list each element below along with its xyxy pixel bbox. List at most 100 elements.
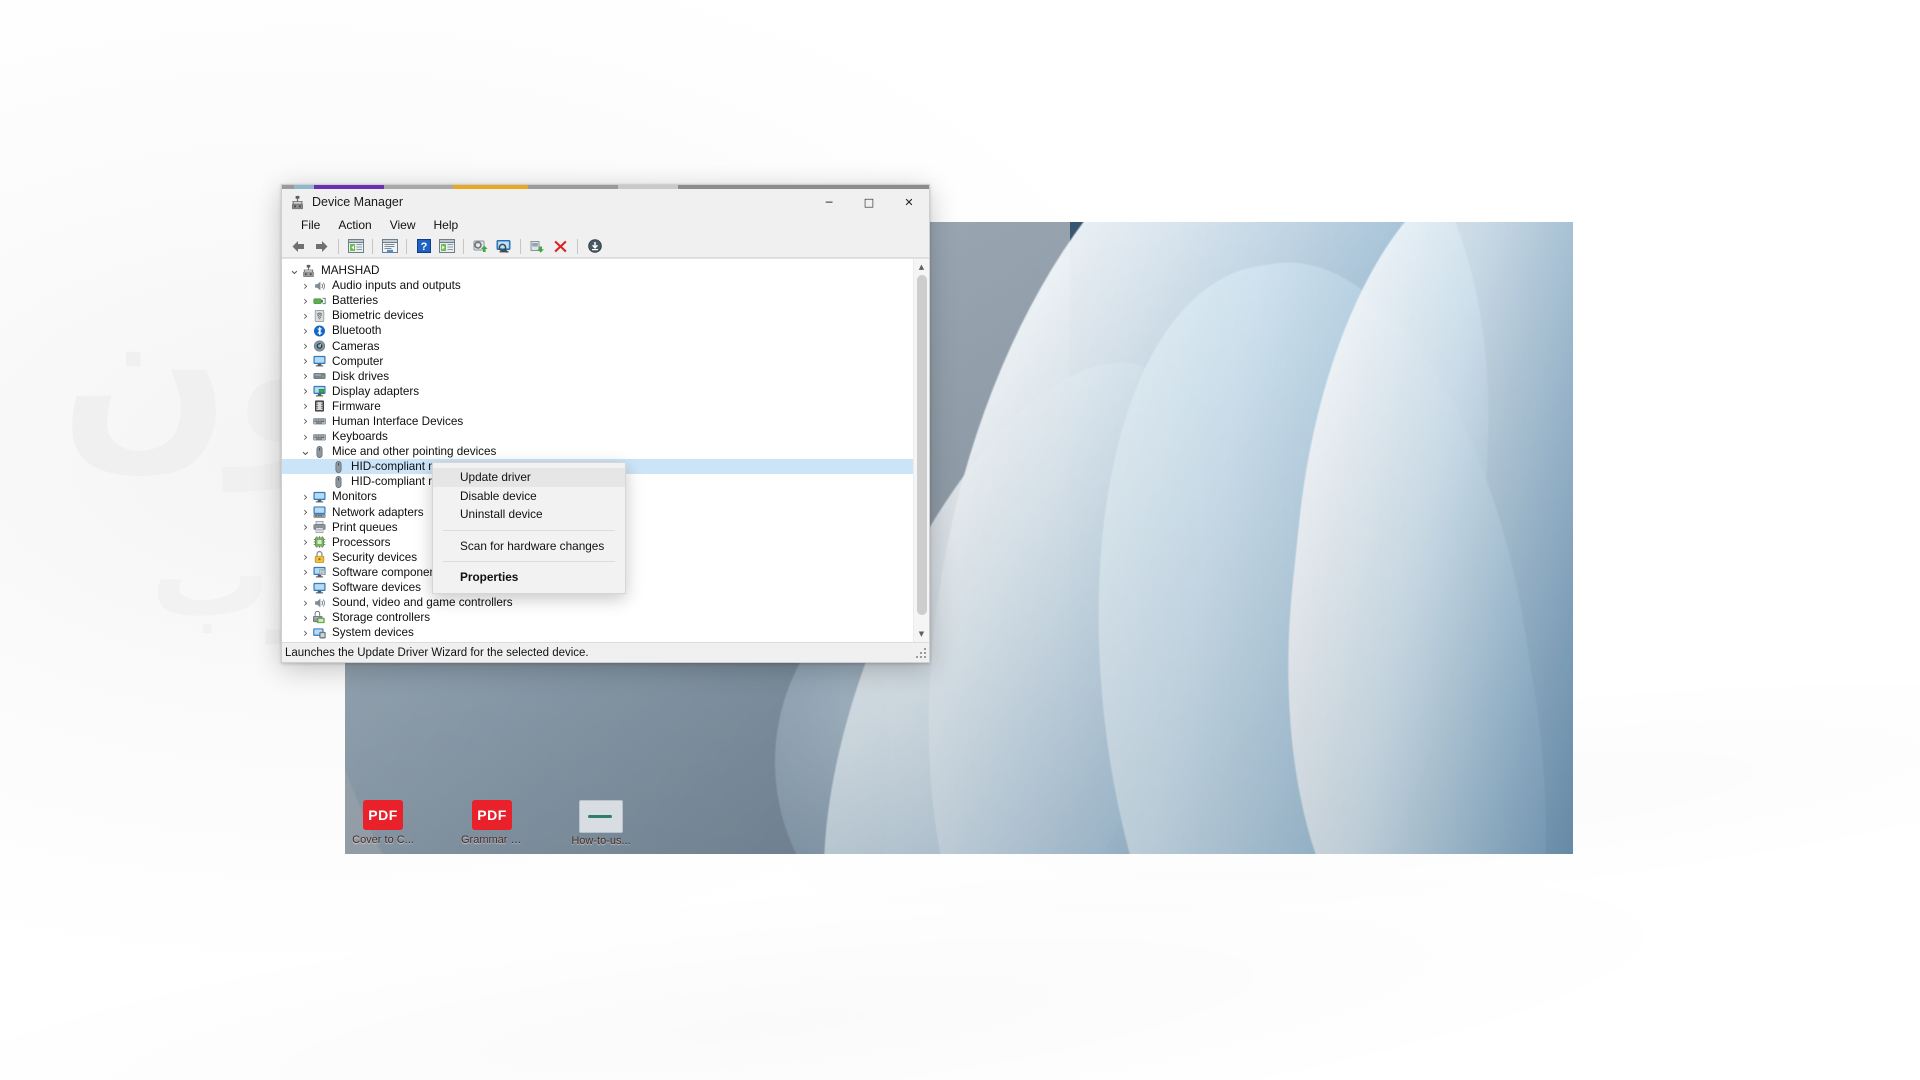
device-tree-item[interactable]: › Keyboards [282, 429, 913, 444]
pdf-file-icon: PDF [472, 800, 512, 830]
add-legacy-hardware-icon[interactable] [584, 237, 605, 256]
device-tree-item[interactable]: ⌄ Mice and other pointing devices [282, 444, 913, 459]
context-menu-item[interactable]: Uninstall device [433, 505, 625, 524]
context-menu-item-label: Properties [460, 570, 519, 585]
chevron-right-icon[interactable]: › [299, 354, 312, 368]
window-controls: ─ □ ✕ [809, 189, 929, 215]
help-icon[interactable]: ? [413, 237, 434, 256]
device-tree-item[interactable]: › Biometric devices [282, 308, 913, 323]
forward-arrow-icon[interactable] [311, 237, 332, 256]
device-tree-item[interactable]: › Audio inputs and outputs [282, 278, 913, 293]
device-tree-item[interactable]: › Disk drives [282, 369, 913, 384]
scroll-down-button[interactable]: ▼ [914, 626, 929, 642]
chevron-right-icon[interactable]: › [299, 279, 312, 293]
close-button[interactable]: ✕ [889, 189, 929, 215]
device-tree-item[interactable]: › Bluetooth [282, 323, 913, 338]
context-menu-item[interactable]: Update driver [433, 468, 625, 487]
maximize-button[interactable]: □ [849, 189, 889, 215]
toolbar-separator [463, 238, 464, 254]
device-tree-item-label: Batteries [332, 294, 379, 308]
chevron-right-icon[interactable]: › [299, 430, 312, 444]
menu-file[interactable]: File [292, 217, 329, 233]
device-tree-item-label: System devices [332, 626, 414, 640]
computer-icon [313, 355, 326, 367]
chevron-right-icon[interactable]: › [299, 490, 312, 504]
device-tree-item[interactable]: › Human Interface Devices [282, 414, 913, 429]
desktop-icon[interactable]: How-to-us... [570, 800, 632, 847]
processor-icon [313, 536, 326, 549]
chevron-right-icon[interactable]: › [299, 384, 312, 398]
chevron-down-icon[interactable]: ⌄ [288, 264, 301, 277]
update-driver-icon[interactable] [470, 237, 491, 256]
window-titlebar[interactable]: Device Manager ─ □ ✕ [282, 189, 929, 215]
desktop-icon[interactable]: PDF Cover to C... [352, 800, 414, 847]
scroll-up-button[interactable]: ▲ [914, 259, 929, 275]
chevron-right-icon[interactable]: › [299, 309, 312, 323]
storage-controller-icon [313, 610, 325, 623]
device-tree-item-label: Storage controllers [332, 611, 431, 625]
firmware-icon [315, 400, 324, 412]
vertical-scrollbar[interactable]: ▲ ▼ [913, 259, 929, 642]
device-tree-item-label: Disk drives [332, 369, 390, 383]
chevron-right-icon[interactable]: › [299, 535, 312, 549]
properties-icon[interactable] [379, 237, 400, 256]
device-tree-item[interactable]: › Batteries [282, 293, 913, 308]
desktop-icon[interactable]: PDF Grammar in... [461, 800, 523, 847]
context-menu-item[interactable]: Scan for hardware changes [433, 537, 625, 556]
menu-action[interactable]: Action [329, 217, 380, 233]
uninstall-device-icon[interactable] [550, 237, 571, 256]
chevron-right-icon[interactable]: › [299, 294, 312, 308]
chevron-right-icon[interactable]: › [299, 565, 312, 579]
toolbar-separator [338, 238, 339, 254]
device-tree-item[interactable]: › Display adapters [282, 384, 913, 399]
context-menu-item-label: Scan for hardware changes [460, 538, 605, 553]
context-menu-item[interactable]: Disable device [433, 487, 625, 506]
show-hide-action-pane-icon[interactable] [436, 237, 457, 256]
chevron-right-icon[interactable]: › [299, 596, 312, 610]
speaker-icon [315, 281, 325, 291]
chevron-right-icon[interactable]: › [299, 611, 312, 625]
status-text: Launches the Update Driver Wizard for th… [285, 646, 589, 659]
menu-help[interactable]: Help [425, 217, 468, 233]
chevron-right-icon[interactable]: › [299, 369, 312, 383]
device-tree-item[interactable]: › Computer [282, 354, 913, 369]
system-device-icon [313, 628, 326, 639]
pdf-file-icon: PDF [363, 800, 403, 830]
scan-hardware-changes-icon[interactable] [493, 237, 514, 256]
chevron-right-icon[interactable]: › [299, 324, 312, 338]
device-tree-item[interactable]: ⌄ MAHSHAD [282, 263, 913, 278]
device-tree-item[interactable]: › System devices [282, 625, 913, 640]
disable-device-icon[interactable] [527, 237, 548, 256]
device-tree-item[interactable]: › Firmware [282, 399, 913, 414]
chevron-right-icon[interactable]: › [299, 641, 312, 642]
chevron-right-icon[interactable]: › [299, 505, 312, 519]
chevron-right-icon[interactable]: › [299, 626, 312, 640]
chevron-right-icon[interactable]: › [299, 581, 312, 595]
device-tree-item-label: MAHSHAD [321, 264, 380, 278]
chevron-right-icon[interactable]: › [299, 339, 312, 353]
minimize-button[interactable]: ─ [809, 189, 849, 215]
device-tree-item[interactable]: › Sound, video and game controllers [282, 595, 913, 610]
chevron-right-icon[interactable]: › [299, 399, 312, 413]
speaker-icon [315, 598, 325, 607]
device-tree-item[interactable]: › Storage controllers [282, 610, 913, 625]
desktop-icon-group: PDF Cover to C... PDF Grammar in... How-… [352, 800, 632, 847]
network-adapter-icon [313, 506, 326, 518]
chevron-right-icon[interactable]: › [299, 520, 312, 534]
device-tree-item[interactable]: › Cameras [282, 338, 913, 353]
chevron-right-icon[interactable]: › [299, 550, 312, 564]
menu-view[interactable]: View [381, 217, 425, 233]
device-tree-item-label: Universal Serial Bus controllers [332, 641, 494, 642]
show-hide-console-tree-icon[interactable] [345, 237, 366, 256]
back-arrow-icon[interactable] [288, 237, 309, 256]
chevron-down-icon[interactable]: ⌄ [299, 445, 312, 458]
disk-drive-icon [313, 373, 326, 380]
resize-grip-icon[interactable] [913, 645, 929, 661]
scrollbar-thumb[interactable] [917, 275, 927, 615]
chevron-right-icon[interactable]: › [299, 414, 312, 428]
context-menu-separator [443, 529, 615, 531]
context-menu-item[interactable]: Properties [433, 568, 625, 587]
device-tree-item[interactable]: › Universal Serial Bus controllers [282, 640, 913, 642]
menu-bar: File Action View Help [282, 215, 929, 235]
display-adapter-icon [313, 386, 326, 397]
